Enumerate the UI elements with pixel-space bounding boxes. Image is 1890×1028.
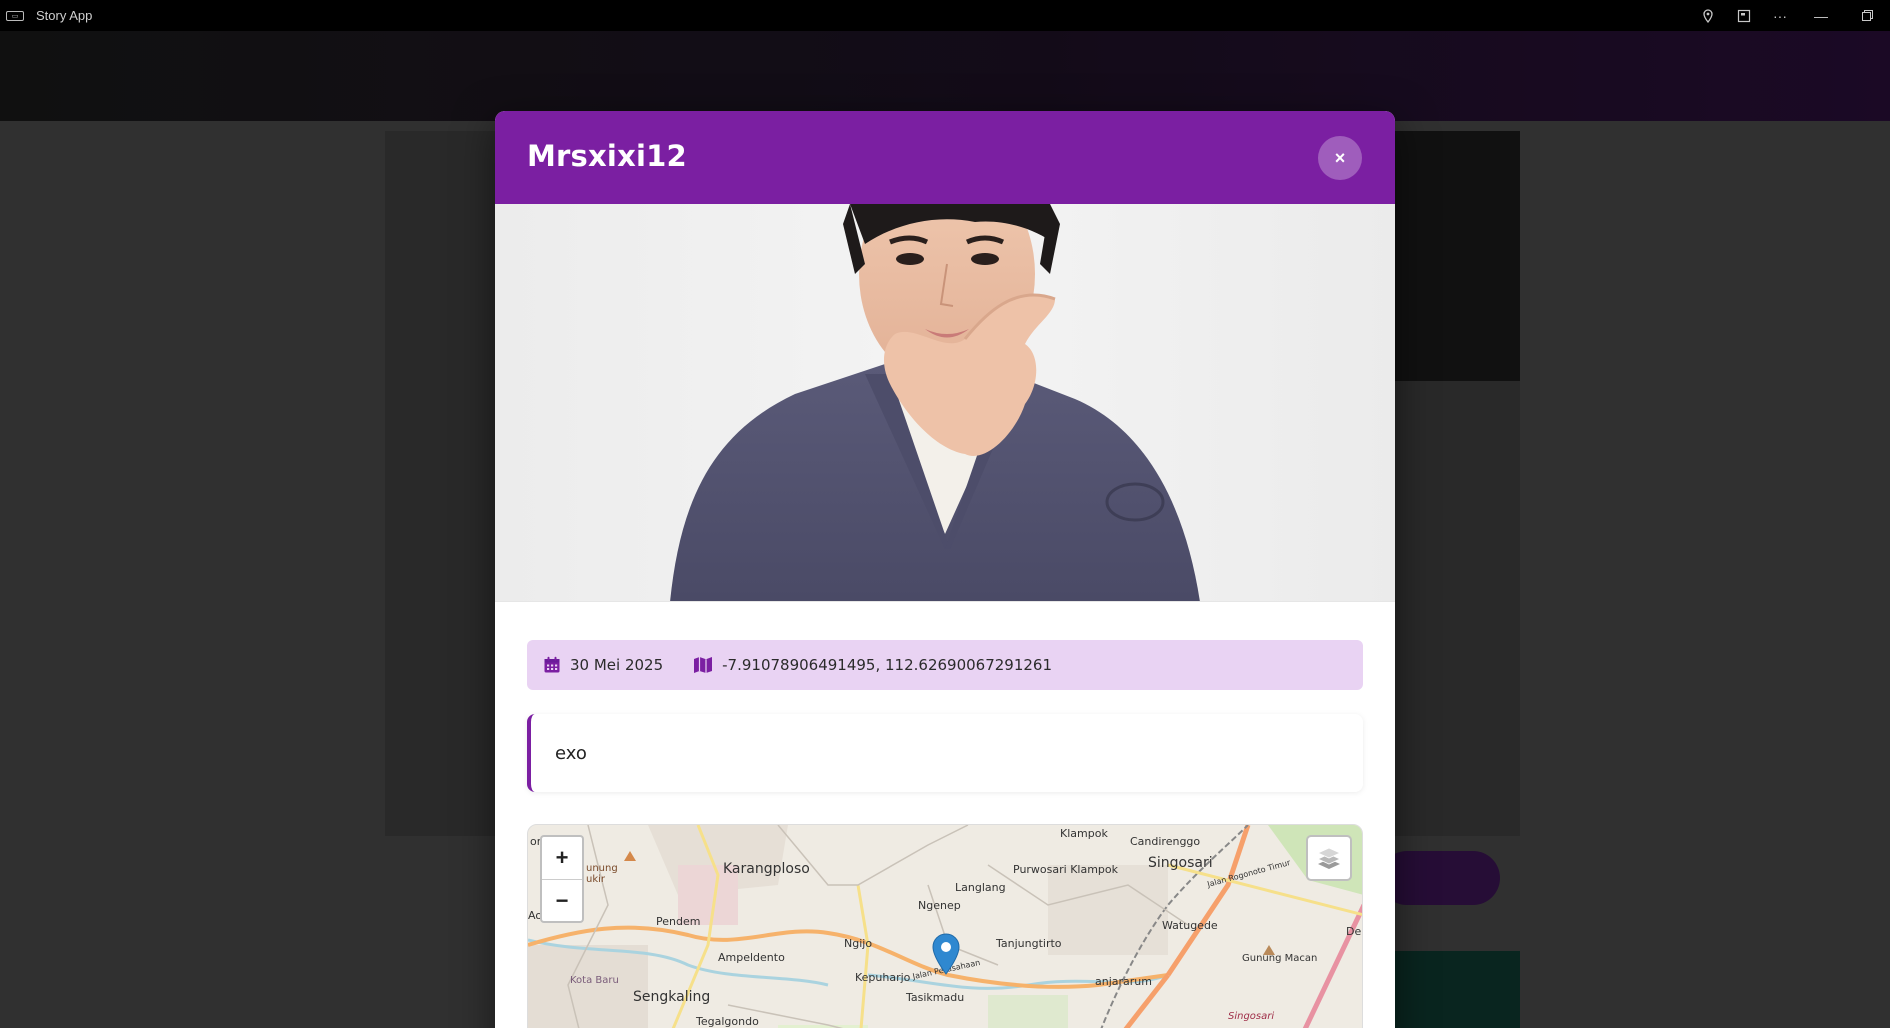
close-button[interactable]: ×	[1318, 136, 1362, 180]
map-icon	[693, 656, 713, 674]
story-description-box: exo	[527, 714, 1363, 792]
location-icon[interactable]	[1690, 0, 1726, 31]
map-label-ampeldento: Ampeldento	[718, 951, 785, 964]
map-label-anjararum: anjararum	[1095, 975, 1152, 988]
story-description: exo	[555, 742, 587, 764]
story-photo	[495, 204, 1395, 602]
map-label-klampok: Klampok	[1060, 827, 1108, 840]
map-label-gunung-ukir: unung ukir	[586, 863, 618, 885]
story-date: 30 Mei 2025	[570, 656, 664, 674]
zoom-control: + −	[540, 835, 584, 923]
story-map[interactable]: Klampok Candirenggo Singosari Karangplos…	[527, 824, 1363, 1028]
modal-title: Mrsxixi12	[527, 139, 687, 173]
zoom-out-button[interactable]: −	[542, 879, 582, 921]
map-label-singosari-small: Singosari	[1228, 1011, 1275, 1022]
person-photo-illustration	[495, 204, 1395, 601]
map-label-ngenep: Ngenep	[918, 899, 961, 912]
os-titlebar: ▭ Story App ··· —	[0, 0, 1890, 31]
map-label-kota-baru: Kota Baru	[570, 975, 619, 986]
map-label-gunung-macan: Gunung Macan	[1242, 953, 1318, 964]
app-logo-icon: ▭	[6, 10, 24, 21]
story-detail-modal: Mrsxixi12 × 30 Mei 2025 -7.9107890649149…	[495, 111, 1395, 1028]
map-label-singosari: Singosari	[1148, 855, 1213, 871]
layers-button[interactable]	[1306, 835, 1352, 881]
map-label-pendem: Pendem	[656, 915, 701, 928]
window-title: Story App	[36, 8, 93, 23]
more-icon[interactable]: ···	[1762, 0, 1798, 31]
map-label-purwosari-klampok: Purwosari Klampok	[1013, 863, 1119, 876]
map-label-kepuharjo: Kepuharjo	[855, 971, 911, 984]
map-label-langlang: Langlang	[955, 881, 1006, 894]
map-label-candirenggo: Candirenggo	[1130, 835, 1201, 848]
map-label-edge-de: De	[1346, 925, 1362, 938]
modal-header: Mrsxixi12 ×	[495, 111, 1395, 204]
window-controls: ··· —	[1690, 0, 1890, 31]
date-meta: 30 Mei 2025	[543, 656, 663, 674]
location-marker-icon[interactable]	[932, 933, 960, 975]
location-meta: -7.91078906491495, 112.62690067291261	[693, 656, 1052, 674]
map-label-tanjungtirto: Tanjungtirto	[996, 937, 1062, 950]
story-meta-bar: 30 Mei 2025 -7.91078906491495, 112.62690…	[527, 640, 1363, 690]
zoom-in-button[interactable]: +	[542, 837, 582, 879]
map-label-ngijo: Ngijo	[844, 937, 873, 950]
map-label-karangploso: Karangploso	[723, 861, 810, 877]
map-label-tasikmadu: Tasikmadu	[906, 991, 965, 1004]
story-coordinates: -7.91078906491495, 112.62690067291261	[722, 656, 1053, 674]
restore-icon[interactable]	[1844, 0, 1890, 31]
map-label-watugede: Watugede	[1162, 919, 1218, 932]
layers-icon	[1317, 847, 1341, 869]
calendar-icon	[543, 656, 561, 674]
cast-icon[interactable]	[1726, 0, 1762, 31]
minimize-icon[interactable]: —	[1798, 0, 1844, 31]
map-label-sengkaling: Sengkaling	[633, 989, 711, 1005]
map-label-tegalgondo: Tegalgondo	[696, 1015, 759, 1028]
